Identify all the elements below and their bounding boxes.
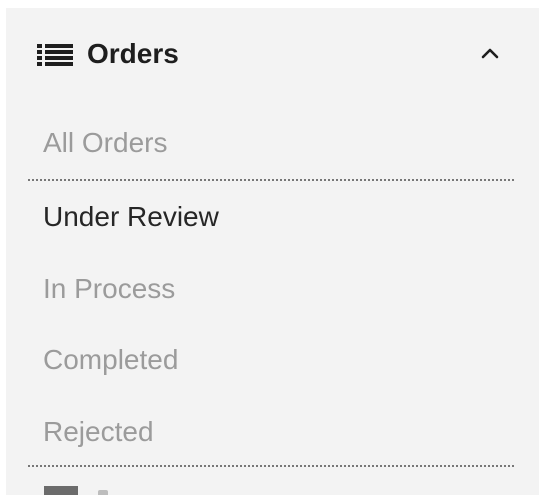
divider <box>28 465 514 467</box>
nav-item-all-orders[interactable]: All Orders <box>43 125 167 161</box>
nav-item-in-process[interactable]: In Process <box>43 271 175 307</box>
next-section-label-fragment <box>98 490 108 495</box>
nav-item-under-review[interactable]: Under Review <box>43 199 219 235</box>
next-section-list-icon[interactable] <box>44 486 78 495</box>
nav-item-completed[interactable]: Completed <box>43 342 178 378</box>
chevron-up-icon[interactable] <box>478 42 502 66</box>
orders-sidebar-panel: Orders All Orders Under Review In Proces… <box>6 8 539 495</box>
list-icon <box>37 44 73 66</box>
section-title: Orders <box>87 38 179 69</box>
orders-section-header[interactable]: Orders <box>6 8 539 100</box>
divider <box>28 179 514 181</box>
nav-item-rejected[interactable]: Rejected <box>43 414 154 450</box>
